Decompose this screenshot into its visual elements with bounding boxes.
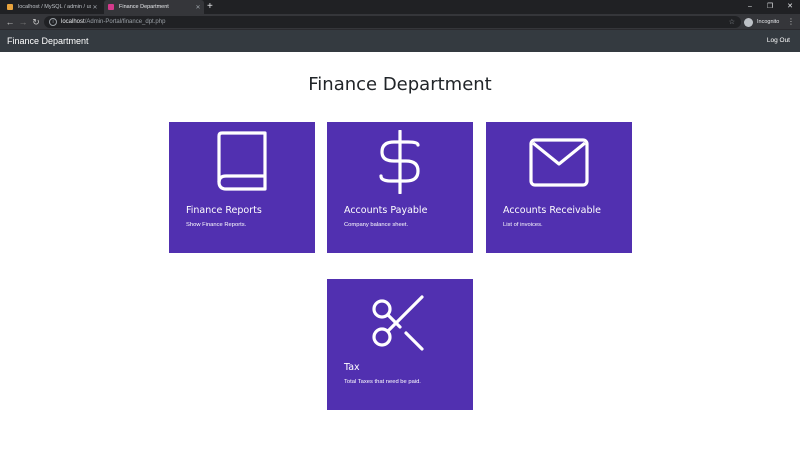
- forward-icon[interactable]: →: [16, 15, 30, 29]
- new-tab-icon[interactable]: +: [207, 1, 213, 13]
- phpmyadmin-favicon-icon: [7, 4, 13, 10]
- address-url[interactable]: localhost/Admin-Portal/finance_dpt.php: [61, 19, 165, 25]
- card-accounts-payable[interactable]: Accounts Payable Company balance sheet.: [327, 122, 473, 253]
- close-window-icon[interactable]: ✕: [780, 0, 800, 14]
- card-tax[interactable]: Tax Total Taxes that need be paid.: [327, 279, 473, 410]
- card-title: Accounts Payable: [344, 205, 428, 216]
- card-finance-reports[interactable]: Finance Reports Show Finance Reports.: [169, 122, 315, 253]
- card-title: Finance Reports: [186, 205, 262, 216]
- incognito-avatar-icon: [744, 17, 753, 27]
- tab-title: Finance Department: [119, 4, 169, 10]
- browser-tab-phpmyadmin[interactable]: localhost / MySQL / admin / users ✕: [3, 0, 101, 14]
- minimize-icon[interactable]: –: [740, 0, 760, 14]
- card-accounts-receivable[interactable]: Accounts Receivable List of invoices.: [486, 122, 632, 253]
- reload-icon[interactable]: ↻: [29, 15, 43, 29]
- logout-link[interactable]: Log Out: [767, 30, 790, 52]
- card-description: List of invoices.: [503, 222, 543, 228]
- url-path: /Admin-Portal/finance_dpt.php: [84, 19, 166, 25]
- restore-icon[interactable]: ❐: [760, 0, 780, 14]
- browser-toolbar: ← → ↻ i localhost/Admin-Portal/finance_d…: [0, 14, 800, 30]
- incognito-profile[interactable]: Incognito: [744, 16, 779, 28]
- browser-menu-icon[interactable]: ⋮: [787, 15, 795, 29]
- dollar-icon: [379, 130, 420, 194]
- close-tab-icon[interactable]: ✕: [194, 4, 202, 11]
- scissors-icon: [372, 295, 424, 351]
- card-description: Total Taxes that need be paid.: [344, 379, 421, 385]
- card-title: Tax: [344, 362, 360, 373]
- card-description: Company balance sheet.: [344, 222, 409, 228]
- bookmark-star-icon[interactable]: ☆: [729, 18, 735, 26]
- site-info-icon[interactable]: i: [49, 18, 57, 26]
- browser-tab-finance[interactable]: Finance Department ✕: [104, 0, 204, 14]
- book-icon: [217, 131, 267, 191]
- tab-title: localhost / MySQL / admin / users: [18, 4, 91, 10]
- back-icon[interactable]: ←: [3, 15, 17, 29]
- incognito-label: Incognito: [757, 19, 780, 25]
- page-title: Finance Department: [308, 74, 492, 95]
- envelope-icon: [529, 138, 589, 187]
- address-bar[interactable]: i localhost/Admin-Portal/finance_dpt.php…: [44, 16, 741, 28]
- card-title: Accounts Receivable: [503, 205, 602, 216]
- url-host: localhost: [61, 19, 85, 25]
- site-navbar: Finance Department Log Out: [0, 30, 800, 52]
- browser-tabstrip: localhost / MySQL / admin / users ✕ Fina…: [0, 0, 800, 14]
- site-favicon-icon: [108, 4, 114, 10]
- card-description: Show Finance Reports.: [186, 222, 247, 228]
- navbar-brand[interactable]: Finance Department: [7, 30, 89, 52]
- close-tab-icon[interactable]: ✕: [91, 4, 99, 11]
